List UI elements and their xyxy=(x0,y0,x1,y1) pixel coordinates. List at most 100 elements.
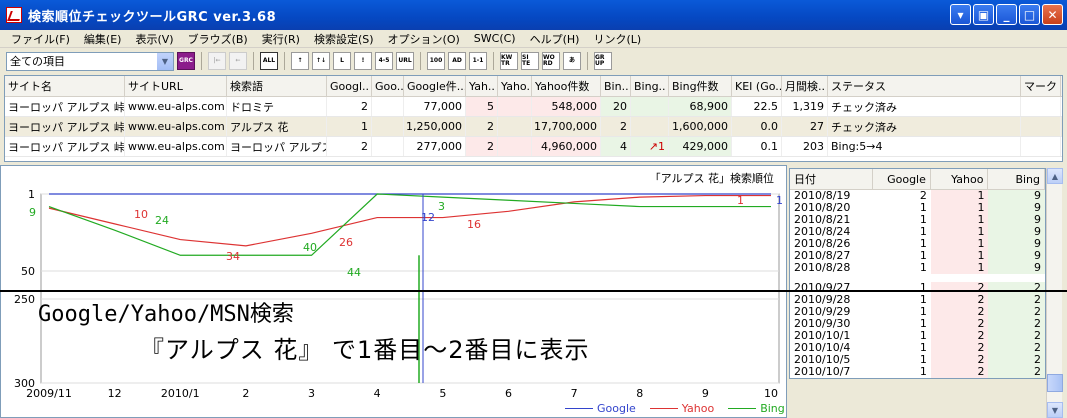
grid-header: サイト名 サイトURL 検索語 Googl.. Goo.. Google件...… xyxy=(5,76,1062,97)
chevron-down-icon[interactable]: ▼ xyxy=(157,52,173,70)
cell-yahoo: 2 xyxy=(930,366,989,378)
overlay-caption-2: 『アルプス 花』 で1番目～2番目に表示 xyxy=(140,336,590,364)
col-yahoo-change[interactable]: Yaho.. xyxy=(498,76,532,96)
col-status[interactable]: ステータス xyxy=(828,76,1021,96)
scroll-down-icon[interactable]: ▼ xyxy=(1047,402,1063,418)
menu-run[interactable]: 実行(R) xyxy=(255,31,307,47)
menu-view[interactable]: 表示(V) xyxy=(128,31,180,47)
x-tick-label: 7 xyxy=(571,387,578,400)
col-yahoo-count[interactable]: Yahoo件数 xyxy=(532,76,601,96)
cell-site-name: ヨーロッパ アルプス 峠ドラ xyxy=(5,97,125,116)
menu-browse[interactable]: ブラウズ(B) xyxy=(181,31,255,47)
grc-button[interactable]: GRC xyxy=(177,52,195,70)
col-google-change[interactable]: Goo.. xyxy=(372,76,404,96)
restore-button[interactable]: ▣ xyxy=(973,4,994,25)
filter-value: 全ての項目 xyxy=(10,55,65,68)
col-site-name[interactable]: サイト名 xyxy=(5,76,125,96)
menu-file[interactable]: ファイル(F) xyxy=(4,31,77,47)
cell-google: 2 xyxy=(327,137,372,156)
table-row[interactable]: ヨーロッパ アルプス 峠ドラ www.eu-alps.com ドロミテ 2 77… xyxy=(5,97,1062,117)
data-label: 44 xyxy=(347,266,361,279)
filter-all-button[interactable]: ALL xyxy=(260,52,278,70)
site-button[interactable]: SI TE xyxy=(521,52,539,70)
x-tick-label: 3 xyxy=(308,387,315,400)
data-label: 1 xyxy=(776,194,783,207)
cell-google-change xyxy=(372,97,404,116)
title-bar: 検索順位チェックツールGRC ver.3.68 ▾ ▣ _ □ ✕ xyxy=(0,0,1067,30)
table-row[interactable]: 2010/10/7 1 2 2 xyxy=(790,365,1046,378)
cell-keyword: ドロミテ xyxy=(227,97,327,116)
legend-google: Google xyxy=(565,402,636,415)
data-label: 34 xyxy=(226,250,240,263)
menu-options[interactable]: オプション(O) xyxy=(381,31,467,47)
filter-l-button[interactable]: L xyxy=(333,52,351,70)
filter-updown-button[interactable]: ↑↓ xyxy=(312,52,330,70)
cell-date: 2010/10/7 xyxy=(794,365,851,378)
word-button[interactable]: WO RD xyxy=(542,52,560,70)
col-bing-change[interactable]: Bing.. xyxy=(631,76,669,96)
filter-select[interactable]: 全ての項目 ▼ xyxy=(6,51,174,71)
table-row[interactable]: 2010/8/28 1 1 9 xyxy=(790,261,1046,274)
cell-mark xyxy=(1021,117,1061,136)
menu-links[interactable]: リンク(L) xyxy=(586,31,648,47)
col-kei[interactable]: KEI (Go.. xyxy=(732,76,782,96)
cell-bing: 2 xyxy=(601,117,631,136)
cell-bing-count: 1,600,000 xyxy=(669,117,732,136)
rank-table-scrollbar-bottom[interactable]: ▼ xyxy=(1046,294,1063,418)
col-yahoo[interactable]: Yah.. xyxy=(466,76,498,96)
col-bing[interactable]: Bin.. xyxy=(601,76,631,96)
legend-bing: Bing xyxy=(728,402,785,415)
col-google-count[interactable]: Google件... xyxy=(404,76,466,96)
col-keyword[interactable]: 検索語 xyxy=(227,76,327,96)
x-tick-label: 8 xyxy=(636,387,643,400)
col-google[interactable]: Googl.. xyxy=(327,76,372,96)
col-bing[interactable]: Bing xyxy=(988,169,1046,189)
cell-keyword: アルプス 花 xyxy=(227,117,327,136)
cell-date: 2010/8/28 xyxy=(794,261,851,274)
filter-alert-button[interactable]: ! xyxy=(354,52,372,70)
filter-45-button[interactable]: 4-5 xyxy=(375,52,393,70)
minimize-button[interactable]: _ xyxy=(996,4,1017,25)
col-monthly[interactable]: 月間検.. xyxy=(782,76,828,96)
table-row[interactable]: ヨーロッパ アルプス 峠ドラ www.eu-alps.com アルプス 花 1 … xyxy=(5,117,1062,137)
menu-dropdown-button[interactable]: ▾ xyxy=(950,4,971,25)
col-bing-count[interactable]: Bing件数 xyxy=(669,76,732,96)
keyword-tr-button[interactable]: KW TR xyxy=(500,52,518,70)
table-row[interactable]: ヨーロッパ アルプス 峠ドラ www.eu-alps.com ヨーロッパ アルプ… xyxy=(5,137,1062,157)
filter-url-button[interactable]: URL xyxy=(396,52,414,70)
filter-11-button[interactable]: 1-1 xyxy=(469,52,487,70)
prev-button[interactable]: ← xyxy=(229,52,247,70)
toolbar: 全ての項目 ▼ GRC |← ← ALL ↑ ↑↓ L ! 4-5 URL 10… xyxy=(0,49,1067,73)
menu-help[interactable]: ヘルプ(H) xyxy=(523,31,587,47)
cell-yahoo: 2 xyxy=(466,117,498,136)
filter-up-button[interactable]: ↑ xyxy=(291,52,309,70)
scroll-up-icon[interactable]: ▲ xyxy=(1047,168,1063,184)
cell-bing: 20 xyxy=(601,97,631,116)
col-google[interactable]: Google xyxy=(873,169,931,189)
filter-100-button[interactable]: 100 xyxy=(427,52,445,70)
menu-search-settings[interactable]: 検索設定(S) xyxy=(307,31,381,47)
kana-button[interactable]: あ xyxy=(563,52,581,70)
first-button[interactable]: |← xyxy=(208,52,226,70)
data-label: 26 xyxy=(339,236,353,249)
cell-kei: 0.1 xyxy=(732,137,782,156)
col-yahoo[interactable]: Yahoo xyxy=(931,169,989,189)
menu-edit[interactable]: 編集(E) xyxy=(77,31,129,47)
cell-google: 2 xyxy=(327,97,372,116)
col-site-url[interactable]: サイトURL xyxy=(125,76,227,96)
col-mark[interactable]: マーク xyxy=(1021,76,1061,96)
group-button[interactable]: GR UP xyxy=(594,52,612,70)
cell-yahoo-change xyxy=(498,117,532,136)
maximize-button[interactable]: □ xyxy=(1019,4,1040,25)
close-button[interactable]: ✕ xyxy=(1042,4,1063,25)
rank-table-scrollbar[interactable]: ▲ xyxy=(1046,168,1063,294)
y-tick-label: 250 xyxy=(14,293,35,306)
filter-ad-button[interactable]: AD xyxy=(448,52,466,70)
cell-yahoo-change xyxy=(498,97,532,116)
cell-google-change xyxy=(372,137,404,156)
x-tick-label: 2 xyxy=(242,387,249,400)
col-date[interactable]: 日付 xyxy=(790,169,874,189)
menu-swc[interactable]: SWC(C) xyxy=(467,32,523,45)
scroll-thumb[interactable] xyxy=(1047,374,1063,392)
cell-bing-count: 429,000 xyxy=(669,137,732,156)
